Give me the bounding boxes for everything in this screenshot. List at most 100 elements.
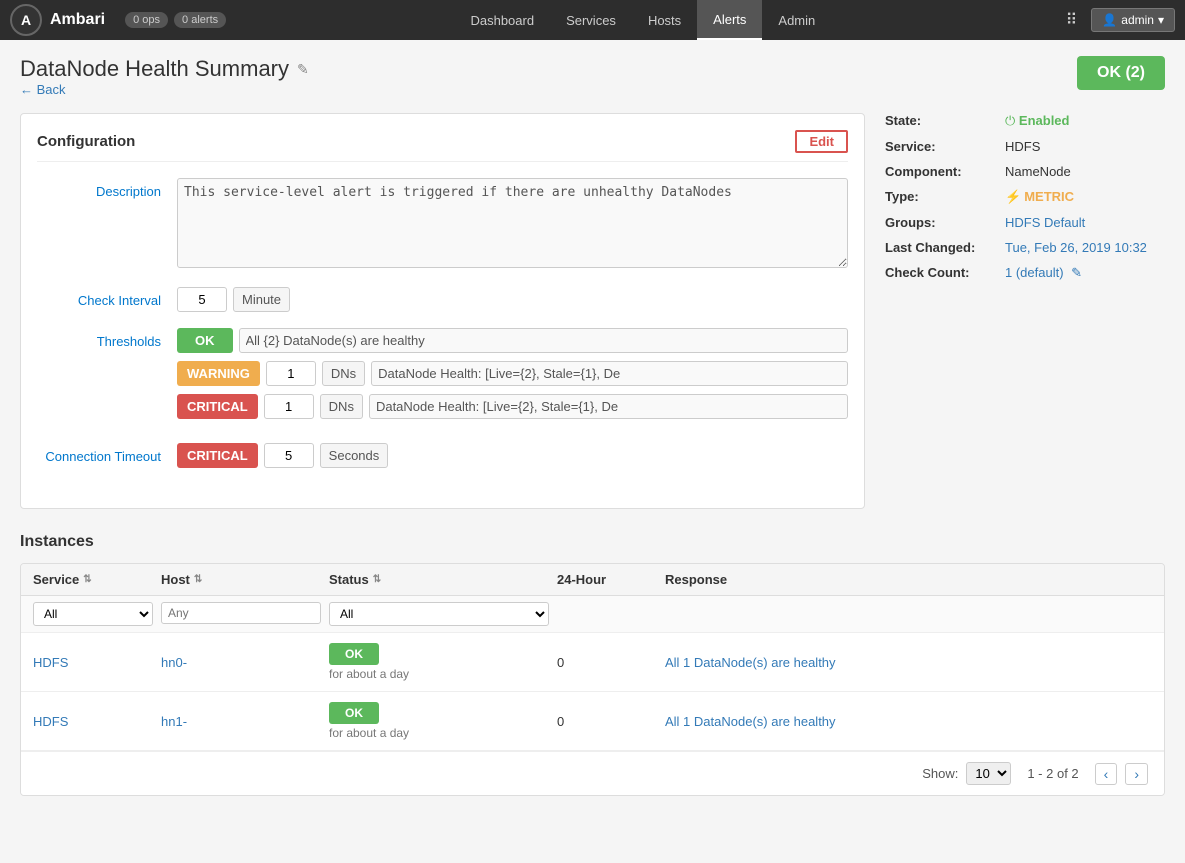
sort-service-icon[interactable]: ⇅ [83, 574, 91, 585]
table-row: HDFS hn1- OK for about a day 0 All 1 Dat… [21, 692, 1164, 751]
page-header: DataNode Health Summary ✎ ← Back OK (2) [20, 56, 1165, 97]
alerts-badge[interactable]: 0 alerts [174, 12, 226, 28]
description-area [177, 178, 848, 271]
check-interval-controls: Minute [177, 287, 848, 312]
page-title-text: DataNode Health Summary [20, 56, 289, 82]
connection-critical-btn: CRITICAL [177, 443, 258, 468]
row2-status-cell: OK for about a day [329, 702, 549, 740]
row2-service[interactable]: HDFS [33, 714, 153, 729]
service-key: Service: [885, 139, 1005, 154]
last-changed-row: Last Changed: Tue, Feb 26, 2019 10:32 [885, 240, 1165, 255]
main-layout: Configuration Edit Description Check Int… [20, 113, 1165, 509]
row1-host[interactable]: hn0- [161, 655, 321, 670]
check-count-key: Check Count: [885, 265, 1005, 280]
admin-button[interactable]: 👤 admin ▾ [1091, 8, 1175, 32]
row2-response[interactable]: All 1 DataNode(s) are healthy [665, 714, 1152, 729]
row1-status-btn: OK [329, 643, 379, 665]
nav-services[interactable]: Services [550, 0, 632, 40]
status-filter[interactable]: All [329, 602, 549, 626]
critical-threshold-text[interactable] [369, 394, 848, 419]
page-title: DataNode Health Summary ✎ [20, 56, 309, 82]
brand[interactable]: A Ambari [10, 4, 105, 36]
instances-table: Service ⇅ Host ⇅ Status ⇅ 24-Hour Respon… [20, 563, 1165, 796]
groups-row: Groups: HDFS Default [885, 215, 1165, 230]
sort-status-icon[interactable]: ⇅ [373, 574, 381, 585]
status-filter-cell: All [329, 602, 549, 626]
prev-page-btn[interactable]: ‹ [1095, 763, 1118, 785]
description-row: Description [37, 178, 848, 271]
config-panel: Configuration Edit Description Check Int… [20, 113, 865, 509]
page-info: 1 - 2 of 2 [1027, 766, 1078, 781]
back-link[interactable]: ← Back [20, 82, 66, 97]
type-row: Type: ⚡METRIC [885, 189, 1165, 205]
critical-value-input[interactable] [264, 394, 314, 419]
description-textarea[interactable] [177, 178, 848, 268]
warning-unit: DNs [322, 361, 365, 386]
check-interval-input[interactable] [177, 287, 227, 312]
next-page-btn[interactable]: › [1125, 763, 1148, 785]
nav-dashboard[interactable]: Dashboard [454, 0, 550, 40]
warning-threshold-text[interactable] [371, 361, 848, 386]
th-host: Host ⇅ [161, 572, 321, 587]
row1-response[interactable]: All 1 DataNode(s) are healthy [665, 655, 1152, 670]
warning-threshold-row: WARNING DNs [177, 361, 848, 386]
table-header: Service ⇅ Host ⇅ Status ⇅ 24-Hour Respon… [21, 564, 1164, 596]
grid-icon[interactable]: ⠿ [1060, 10, 1084, 30]
row1-status-cell: OK for about a day [329, 643, 549, 681]
th-24hour: 24-Hour [557, 572, 657, 587]
nav-admin[interactable]: Admin [762, 0, 831, 40]
table-row: HDFS hn0- OK for about a day 0 All 1 Dat… [21, 633, 1164, 692]
edit-button[interactable]: Edit [795, 130, 848, 153]
sort-host-icon[interactable]: ⇅ [194, 574, 202, 585]
check-interval-unit: Minute [233, 287, 290, 312]
filter-row: All All [21, 596, 1164, 633]
row2-host[interactable]: hn1- [161, 714, 321, 729]
show-label: Show: [922, 766, 958, 781]
nav-badges: 0 ops 0 alerts [125, 12, 226, 28]
user-icon: 👤 [1102, 13, 1117, 27]
check-interval-label: Check Interval [37, 287, 177, 308]
critical-unit: DNs [320, 394, 363, 419]
config-header: Configuration Edit [37, 130, 848, 162]
host-filter-cell [161, 602, 321, 626]
host-filter[interactable] [161, 602, 321, 624]
state-key: State: [885, 113, 1005, 128]
config-title: Configuration [37, 133, 135, 150]
ok-threshold-btn: OK [177, 328, 233, 353]
type-key: Type: [885, 189, 1005, 204]
warning-threshold-btn: WARNING [177, 361, 260, 386]
top-nav: A Ambari 0 ops 0 alerts Dashboard Servic… [0, 0, 1185, 40]
th-response: Response [665, 572, 1152, 587]
th-status: Status ⇅ [329, 572, 549, 587]
instances-section: Instances Service ⇅ Host ⇅ Status ⇅ 24-H… [20, 533, 1165, 796]
connection-timeout-input[interactable] [264, 443, 314, 468]
chevron-down-icon: ▾ [1158, 13, 1164, 27]
component-row: Component: NameNode [885, 164, 1165, 179]
check-count-edit-icon[interactable]: ✎ [1071, 265, 1082, 280]
brand-name: Ambari [50, 11, 105, 29]
row1-service[interactable]: HDFS [33, 655, 153, 670]
th-service: Service ⇅ [33, 572, 153, 587]
nav-alerts[interactable]: Alerts [697, 0, 762, 40]
show-select[interactable]: 10 25 50 [966, 762, 1011, 785]
last-changed-value: Tue, Feb 26, 2019 10:32 [1005, 240, 1147, 255]
ops-badge[interactable]: 0 ops [125, 12, 168, 28]
ok-status-button[interactable]: OK (2) [1077, 56, 1165, 90]
title-edit-icon[interactable]: ✎ [297, 61, 309, 78]
connection-timeout-row: Connection Timeout CRITICAL Seconds [37, 443, 848, 476]
connection-timeout-unit: Seconds [320, 443, 389, 468]
service-filter-cell: All [33, 602, 153, 626]
groups-value[interactable]: HDFS Default [1005, 215, 1085, 230]
nav-hosts[interactable]: Hosts [632, 0, 697, 40]
row1-24hour: 0 [557, 655, 657, 670]
state-row: State: ⏻ Enabled [885, 113, 1165, 129]
critical-threshold-row: CRITICAL DNs [177, 394, 848, 419]
response-filter-cell [665, 602, 1152, 626]
row2-status-sub: for about a day [329, 726, 549, 740]
warning-value-input[interactable] [266, 361, 316, 386]
ok-threshold-row: OK [177, 328, 848, 353]
service-value: HDFS [1005, 139, 1040, 154]
check-count-text: 1 (default) [1005, 265, 1064, 280]
service-filter[interactable]: All [33, 602, 153, 626]
ok-threshold-text[interactable] [239, 328, 849, 353]
